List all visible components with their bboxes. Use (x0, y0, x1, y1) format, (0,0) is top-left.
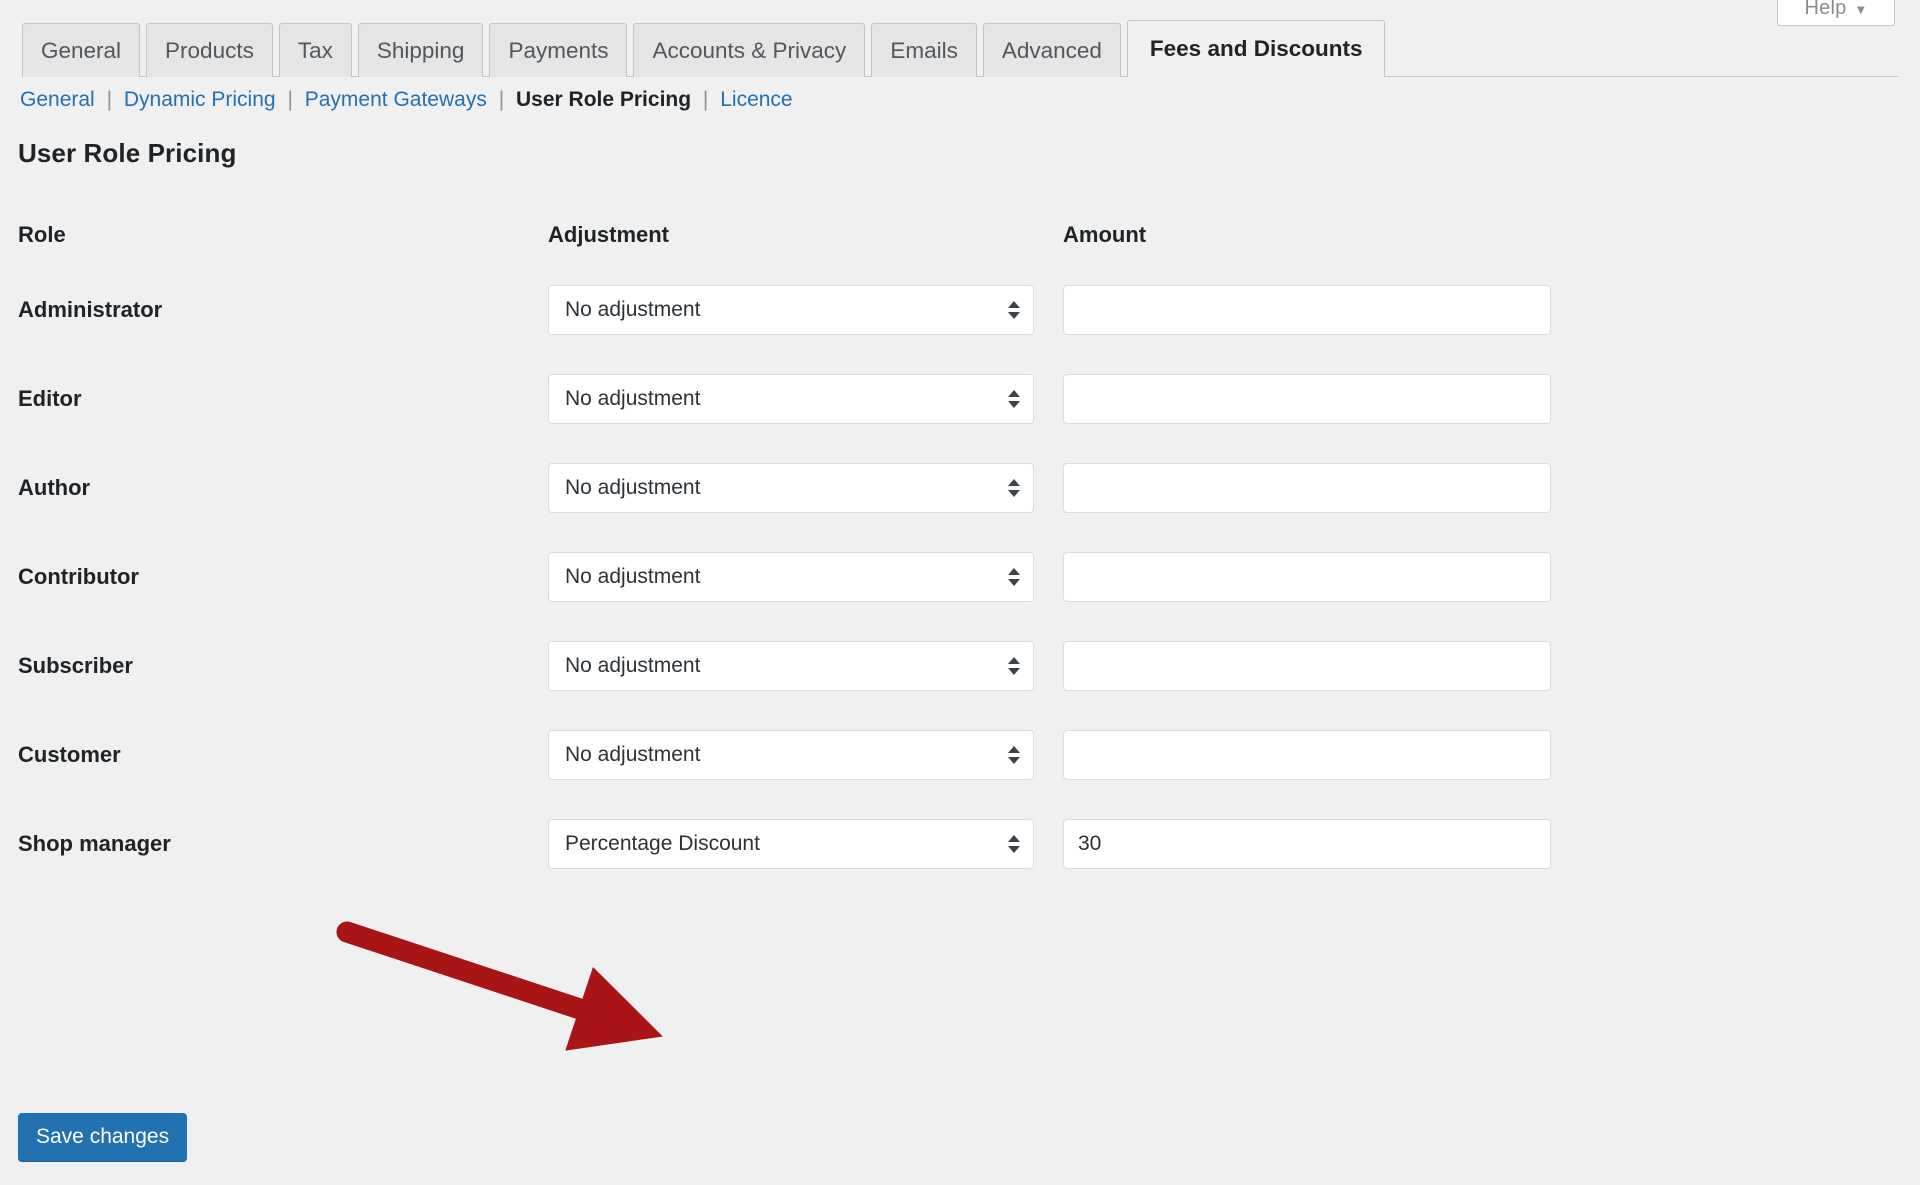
column-header-adjustment: Adjustment (548, 222, 669, 247)
subnav-item-dynamic-pricing[interactable]: Dynamic Pricing (124, 88, 276, 111)
subnav-item-licence[interactable]: Licence (720, 88, 792, 111)
role-label-author: Author (18, 474, 91, 500)
subnav-item-user-role-pricing[interactable]: User Role Pricing (516, 88, 691, 111)
adjustment-select-value: No adjustment (565, 297, 701, 321)
user-role-pricing-table: Role Adjustment Amount Administrator No … (0, 205, 1920, 888)
role-label-editor: Editor (18, 385, 82, 411)
adjustment-select-editor[interactable]: No adjustment (548, 373, 1034, 424)
chevron-down-icon: ▼ (1854, 2, 1868, 17)
stepper-icon (1008, 389, 1020, 408)
adjustment-select-subscriber[interactable]: No adjustment (548, 640, 1034, 691)
adjustment-select-value: No adjustment (565, 653, 701, 677)
save-changes-label: Save changes (36, 1125, 170, 1148)
tab-advanced[interactable]: Advanced (982, 23, 1121, 77)
tab-label: Advanced (1001, 37, 1102, 63)
role-label-contributor: Contributor (18, 563, 139, 589)
tab-payments[interactable]: Payments (489, 23, 628, 77)
settings-page: Help ▼ General Products Tax Shipping Pay… (0, 0, 1920, 1185)
stepper-icon (1008, 656, 1020, 675)
subnav-separator: | (106, 88, 113, 111)
amount-input-administrator[interactable] (1063, 284, 1551, 335)
save-changes-button[interactable]: Save changes (18, 1113, 188, 1161)
tab-products[interactable]: Products (146, 23, 273, 77)
tab-label: Products (165, 37, 254, 63)
adjustment-select-value: Percentage Discount (565, 831, 760, 855)
stepper-icon (1008, 745, 1020, 764)
amount-value: 30 (1078, 831, 1102, 855)
table-row: Editor No adjustment (0, 354, 1920, 443)
adjustment-select-value: No adjustment (565, 386, 701, 410)
tab-label: Accounts & Privacy (652, 37, 847, 63)
table-row: Subscriber No adjustment (0, 621, 1920, 710)
tab-label: Emails (890, 37, 958, 63)
amount-input-contributor[interactable] (1063, 551, 1551, 602)
table-row: Customer No adjustment (0, 710, 1920, 799)
page-title: User Role Pricing (18, 138, 237, 168)
adjustment-select-value: No adjustment (565, 564, 701, 588)
tab-general[interactable]: General (22, 23, 141, 77)
adjustment-select-value: No adjustment (565, 742, 701, 766)
adjustment-select-customer[interactable]: No adjustment (548, 729, 1034, 780)
stepper-icon (1008, 478, 1020, 497)
tab-label: Fees and Discounts (1149, 36, 1363, 61)
shop-manager-adjustment-select[interactable]: Percentage Discount (548, 818, 1034, 869)
table-row: Administrator No adjustment (0, 265, 1920, 354)
amount-input-subscriber[interactable] (1063, 640, 1551, 691)
stepper-icon (1008, 567, 1020, 586)
amount-input-customer[interactable] (1063, 729, 1551, 780)
amount-input-editor[interactable] (1063, 373, 1551, 424)
tab-shipping[interactable]: Shipping (357, 23, 484, 77)
subnav-separator: | (287, 88, 293, 111)
tab-emails[interactable]: Emails (871, 23, 977, 77)
role-label-shop-manager: Shop manager (18, 830, 171, 856)
subnav-item-payment-gateways[interactable]: Payment Gateways (305, 88, 487, 111)
table-row: Shop manager Percentage Discount 30 (0, 799, 1920, 888)
tab-label: General (41, 37, 122, 63)
table-row: Author No adjustment (0, 443, 1920, 532)
role-label-subscriber: Subscriber (18, 652, 133, 678)
adjustment-select-contributor[interactable]: No adjustment (548, 551, 1034, 602)
stepper-icon (1008, 300, 1020, 319)
table-header-row: Role Adjustment Amount (0, 205, 1920, 265)
adjustment-select-value: No adjustment (565, 475, 701, 499)
amount-input-shop-manager[interactable]: 30 (1063, 818, 1551, 869)
tab-accounts-privacy[interactable]: Accounts & Privacy (633, 23, 866, 77)
tab-label: Payments (508, 37, 609, 63)
amount-input-author[interactable] (1063, 462, 1551, 513)
subnav-separator: | (702, 88, 709, 111)
role-label-customer: Customer (18, 741, 121, 767)
table-row: Contributor No adjustment (0, 532, 1920, 621)
tab-tax[interactable]: Tax (278, 23, 352, 77)
stepper-icon (1008, 834, 1020, 853)
subnav: General | Dynamic Pricing | Payment Gate… (20, 88, 793, 112)
adjustment-select-author[interactable]: No adjustment (548, 462, 1034, 513)
tab-fees-and-discounts[interactable]: Fees and Discounts (1126, 20, 1386, 78)
column-header-amount: Amount (1063, 222, 1147, 247)
subnav-separator: | (498, 88, 505, 111)
column-header-role: Role (18, 222, 66, 247)
subnav-item-general[interactable]: General (20, 88, 95, 111)
role-label-administrator: Administrator (18, 296, 163, 322)
adjustment-select-administrator[interactable]: No adjustment (548, 284, 1034, 335)
help-button-label: Help (1804, 0, 1847, 19)
tab-label: Tax (297, 37, 333, 63)
tab-label: Shipping (376, 37, 465, 63)
settings-tab-bar: General Products Tax Shipping Payments A… (0, 20, 1920, 78)
